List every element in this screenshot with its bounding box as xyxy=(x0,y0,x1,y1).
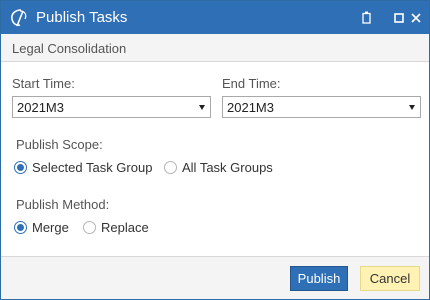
end-time-select[interactable]: 2021M3 xyxy=(222,96,421,118)
radio-all-task-groups[interactable]: All Task Groups xyxy=(164,158,273,176)
restore-button[interactable] xyxy=(356,1,378,34)
close-icon xyxy=(411,12,421,23)
restore-icon xyxy=(362,11,371,24)
radio-checked-icon xyxy=(14,160,27,174)
subheader-text: Legal Consolidation xyxy=(12,41,127,56)
chevron-down-icon xyxy=(199,105,205,110)
radio-selected-task-group[interactable]: Selected Task Group xyxy=(14,158,152,176)
start-time-select[interactable]: 2021M3 xyxy=(12,96,211,118)
publish-button[interactable]: Publish xyxy=(290,266,348,291)
radio-merge[interactable]: Merge xyxy=(14,218,69,236)
start-time-value: 2021M3 xyxy=(17,100,64,115)
radio-label: All Task Groups xyxy=(182,159,273,175)
radio-unchecked-icon xyxy=(83,220,96,234)
publish-method-label: Publish Method: xyxy=(16,197,110,212)
radio-replace[interactable]: Replace xyxy=(83,218,149,236)
cancel-button[interactable]: Cancel xyxy=(360,266,420,291)
end-time-label: End Time: xyxy=(222,76,281,91)
radio-checked-icon xyxy=(14,220,27,234)
app-logo-icon xyxy=(11,9,27,27)
start-time-label: Start Time: xyxy=(12,76,75,91)
radio-label: Merge xyxy=(32,219,69,235)
publish-scope-label: Publish Scope: xyxy=(16,137,103,152)
radio-label: Selected Task Group xyxy=(32,159,153,175)
end-time-value: 2021M3 xyxy=(227,100,274,115)
dialog-footer: Publish Cancel xyxy=(1,256,429,299)
radio-label: Replace xyxy=(101,219,149,235)
close-button[interactable] xyxy=(405,1,427,34)
publish-tasks-dialog: Publish Tasks Legal Consolidation Start … xyxy=(0,0,430,300)
radio-unchecked-icon xyxy=(164,160,177,174)
dialog-title: Publish Tasks xyxy=(36,9,128,26)
subheader: Legal Consolidation xyxy=(1,34,429,62)
chevron-down-icon xyxy=(409,105,415,110)
title-bar[interactable]: Publish Tasks xyxy=(1,1,429,34)
maximize-icon xyxy=(394,12,404,23)
